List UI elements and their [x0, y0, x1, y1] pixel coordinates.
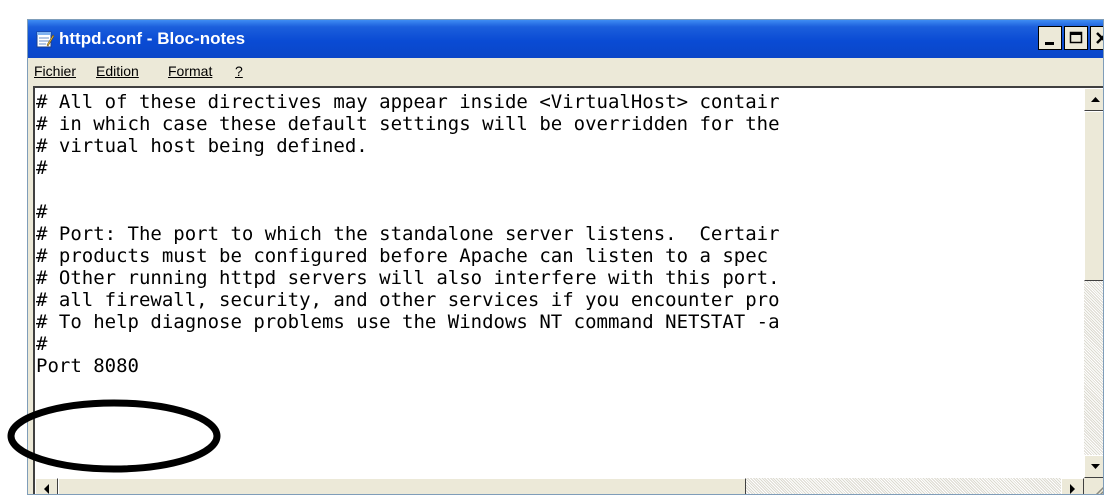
- arrow-down-icon: [1091, 464, 1100, 469]
- editor-line: # To help diagnose problems use the Wind…: [36, 311, 780, 333]
- menu-help[interactable]: ?: [235, 63, 243, 79]
- scroll-right-button[interactable]: [1061, 478, 1084, 494]
- editor-line: # products must be configured before Apa…: [36, 245, 769, 267]
- maximize-icon: [1069, 31, 1083, 44]
- window-title: httpd.conf - Bloc-notes: [59, 29, 246, 48]
- close-icon: [1096, 32, 1103, 44]
- minimize-button[interactable]: [1038, 26, 1062, 50]
- scroll-left-button[interactable]: [35, 478, 58, 494]
- vertical-scroll-thumb[interactable]: [1084, 111, 1103, 281]
- menu-edition[interactable]: Edition: [96, 63, 139, 79]
- menu-format[interactable]: Format: [168, 63, 212, 79]
- maximize-button[interactable]: [1064, 26, 1088, 50]
- close-button[interactable]: [1090, 26, 1103, 50]
- notepad-icon: [36, 31, 55, 48]
- resize-grip-icon: [1095, 486, 1103, 494]
- vertical-scrollbar[interactable]: [1084, 88, 1103, 478]
- notepad-window: httpd.conf - Bloc-notes Fichier Edition …: [27, 19, 1104, 495]
- editor-line: # in which case these default settings w…: [36, 113, 780, 135]
- arrow-left-icon: [44, 484, 49, 494]
- resize-grip[interactable]: [1084, 478, 1103, 494]
- editor-line: # All of these directives may appear ins…: [36, 91, 780, 113]
- editor-line: # all firewall, security, and other serv…: [36, 289, 780, 311]
- horizontal-scroll-thumb[interactable]: [58, 478, 746, 494]
- scroll-down-button[interactable]: [1084, 455, 1103, 478]
- title-bar[interactable]: httpd.conf - Bloc-notes: [28, 20, 1103, 58]
- scroll-up-button[interactable]: [1084, 88, 1103, 111]
- editor-line: # Port: The port to which the standalone…: [36, 223, 780, 245]
- editor-line: #: [36, 333, 48, 355]
- editor-line: Port 8080: [36, 355, 139, 377]
- editor-text[interactable]: # All of these directives may appear ins…: [36, 91, 780, 377]
- arrow-up-icon: [1091, 97, 1100, 102]
- arrow-right-icon: [1070, 484, 1075, 494]
- editor-line: # virtual host being defined.: [36, 135, 368, 157]
- editor-line: # Other running httpd servers will also …: [36, 267, 780, 289]
- menu-fichier[interactable]: Fichier: [34, 63, 76, 79]
- editor-line: #: [36, 201, 48, 223]
- horizontal-scrollbar[interactable]: [35, 478, 1084, 494]
- editor-line: #: [36, 157, 48, 179]
- minimize-icon: [1045, 42, 1054, 45]
- text-editor[interactable]: # All of these directives may appear ins…: [33, 86, 1103, 494]
- menu-bar: Fichier Edition Format ?: [28, 58, 1103, 84]
